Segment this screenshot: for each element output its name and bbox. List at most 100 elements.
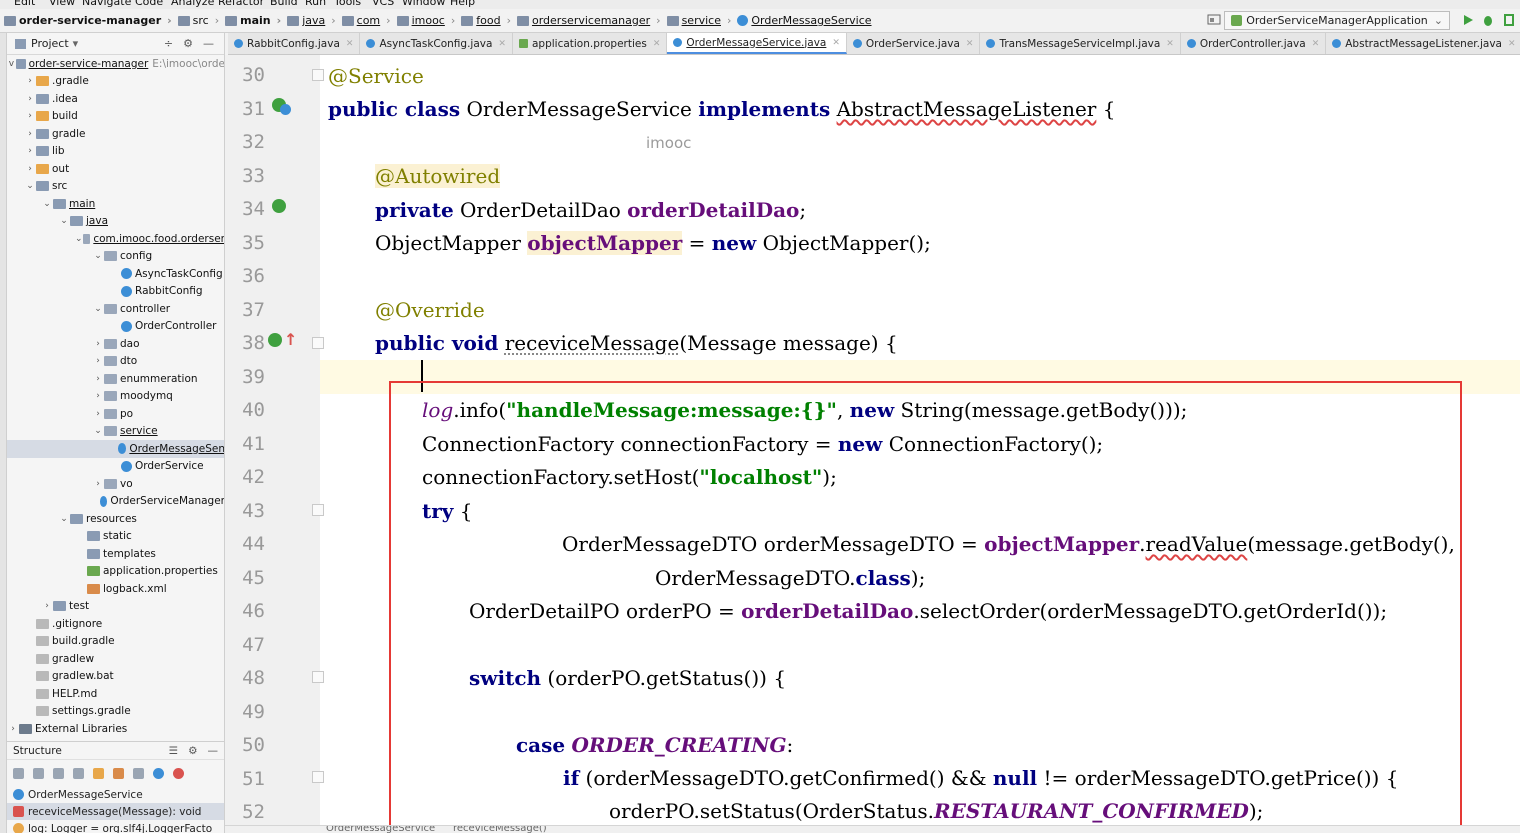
menu-navigate[interactable]: Navigate	[82, 0, 131, 8]
sort-alpha-icon[interactable]	[13, 767, 24, 779]
implements-method-icon[interactable]	[268, 333, 282, 347]
chevron-right-icon[interactable]: ›	[92, 391, 104, 401]
minimize-icon[interactable]: —	[203, 37, 214, 50]
chevron-down-icon[interactable]: ⌄	[92, 251, 104, 261]
menu-tools[interactable]: Tools	[334, 0, 361, 8]
sort-icon[interactable]: ☰	[169, 745, 178, 757]
arrow-up-icon[interactable]: ↑	[284, 330, 297, 349]
chevron-down-icon[interactable]: ⌄	[24, 181, 36, 191]
tree-item[interactable]: ⌄ controller	[7, 300, 224, 318]
close-icon[interactable]: ✕	[1166, 39, 1174, 49]
chevron-right-icon[interactable]: ›	[24, 146, 36, 156]
chevron-right-icon[interactable]: ›	[24, 111, 36, 121]
gear-icon[interactable]: ⚙	[183, 37, 193, 50]
run-icon[interactable]	[1461, 13, 1475, 27]
tab-ordercontroller[interactable]: OrderController.java ✕	[1181, 33, 1327, 54]
chevron-right-icon[interactable]: ›	[41, 601, 53, 611]
tree-item[interactable]: ⌄ java	[7, 213, 224, 231]
tree-item[interactable]: templates	[7, 545, 224, 563]
chevron-down-icon[interactable]: ⌄	[41, 199, 53, 209]
crumb-imooc[interactable]: imooc ›	[396, 14, 455, 27]
fold-marker-icon[interactable]	[312, 337, 324, 349]
tree-item[interactable]: HELP.md	[7, 685, 224, 703]
tree-item[interactable]: › .gradle	[7, 73, 224, 91]
close-icon[interactable]: ✕	[653, 39, 661, 49]
structure-item[interactable]: log: Logger = org.slf4j.LoggerFacto	[7, 820, 224, 833]
tree-item[interactable]: › enummeration	[7, 370, 224, 388]
fold-marker-icon[interactable]	[312, 671, 324, 683]
sort-visibility-icon[interactable]	[33, 767, 44, 779]
debug-icon[interactable]	[1481, 13, 1495, 27]
chevron-down-icon[interactable]: ⌄	[92, 426, 104, 436]
tree-item[interactable]: › .idea	[7, 90, 224, 108]
menu-window[interactable]: Window	[402, 0, 445, 8]
breadcrumb-method[interactable]: receviceMessage()	[453, 826, 547, 833]
show-fields-icon[interactable]	[93, 767, 104, 779]
tab-orderservice[interactable]: OrderService.java ✕	[847, 33, 981, 54]
tab-transmessageserviceimpl[interactable]: TransMessageServiceImpl.java ✕	[980, 33, 1181, 54]
menu-analyze[interactable]: Analyze	[171, 0, 214, 8]
tab-rabbitconfig[interactable]: RabbitConfig.java ✕	[228, 33, 361, 54]
tree-item[interactable]: AsyncTaskConfig	[7, 265, 224, 283]
menu-edit[interactable]: Edit	[14, 0, 35, 8]
tab-asynctaskconfig[interactable]: AsyncTaskConfig.java ✕	[360, 33, 513, 54]
chevron-down-icon[interactable]: ⌄	[58, 514, 70, 524]
crumb-src[interactable]: src ›	[177, 14, 219, 27]
tree-item[interactable]: › moodymq	[7, 388, 224, 406]
close-icon[interactable]: ✕	[966, 39, 974, 49]
menu-view[interactable]: View	[49, 0, 75, 8]
chevron-right-icon[interactable]: ›	[24, 94, 36, 104]
crumb-project[interactable]: order-service-manager ›	[4, 14, 172, 27]
tree-item[interactable]: application.properties	[7, 563, 224, 581]
menu-build[interactable]: Build	[270, 0, 298, 8]
filter-icon[interactable]	[133, 767, 144, 779]
tree-item[interactable]: › vo	[7, 475, 224, 493]
tree-item[interactable]: static	[7, 528, 224, 546]
tab-application-properties[interactable]: application.properties ✕	[513, 33, 668, 54]
chevron-right-icon[interactable]: ›	[92, 479, 104, 489]
tree-item[interactable]: ⌄ resources	[7, 510, 224, 528]
show-properties-icon[interactable]	[73, 767, 84, 779]
tree-item[interactable]: RabbitConfig	[7, 283, 224, 301]
autowired-bean-icon[interactable]	[272, 199, 286, 213]
close-icon[interactable]: ✕	[1508, 39, 1516, 49]
tree-item[interactable]: ⌄ main	[7, 195, 224, 213]
tree-item[interactable]: › po	[7, 405, 224, 423]
crumb-orderservicemanager[interactable]: orderservicemanager ›	[516, 14, 661, 27]
autoscroll-icon[interactable]	[153, 767, 164, 779]
close-icon[interactable]: ✕	[498, 39, 506, 49]
tree-item[interactable]: › build	[7, 108, 224, 126]
tree-item[interactable]: › gradle	[7, 125, 224, 143]
close-icon[interactable]: ✕	[346, 39, 354, 49]
layout-icon[interactable]	[1207, 13, 1221, 27]
tree-item[interactable]: › lib	[7, 143, 224, 161]
chevron-down-icon[interactable]: ⌄	[58, 216, 70, 226]
chevron-right-icon[interactable]: ›	[92, 339, 104, 349]
chevron-right-icon[interactable]: ›	[7, 724, 19, 734]
chevron-right-icon[interactable]: ›	[24, 76, 36, 86]
chevron-down-icon[interactable]: ⌄	[75, 234, 83, 244]
menu-vcs[interactable]: VCS	[372, 0, 394, 8]
tree-item[interactable]: OrderServiceManager	[7, 493, 224, 511]
tree-item[interactable]: ⌄ com.imooc.food.orderser	[7, 230, 224, 248]
run-configuration-select[interactable]: OrderServiceManagerApplication ⌄	[1224, 11, 1450, 30]
close-icon[interactable]: ✕	[1312, 39, 1320, 49]
tree-item[interactable]: › test	[7, 598, 224, 616]
chevron-right-icon[interactable]: ›	[24, 129, 36, 139]
tree-item[interactable]: › out	[7, 160, 224, 178]
chevron-right-icon[interactable]: ›	[24, 164, 36, 174]
chevron-right-icon[interactable]: ›	[92, 409, 104, 419]
tree-item[interactable]: › External Libraries	[7, 720, 224, 738]
tree-item[interactable]: OrderMessageSen	[7, 440, 224, 458]
menu-refactor[interactable]: Refactor	[218, 0, 264, 8]
close-icon[interactable]	[173, 767, 184, 779]
fold-marker-icon[interactable]	[312, 771, 324, 783]
fold-marker-icon[interactable]	[312, 504, 324, 516]
tree-item[interactable]: › dao	[7, 335, 224, 353]
crumb-com[interactable]: com ›	[341, 14, 391, 27]
fold-marker-icon[interactable]	[312, 69, 324, 81]
chevron-down-icon[interactable]: v	[7, 59, 16, 69]
show-inherited-icon[interactable]	[53, 767, 64, 779]
coverage-icon[interactable]	[1502, 13, 1516, 27]
chevron-down-icon[interactable]: ▾	[73, 37, 79, 50]
